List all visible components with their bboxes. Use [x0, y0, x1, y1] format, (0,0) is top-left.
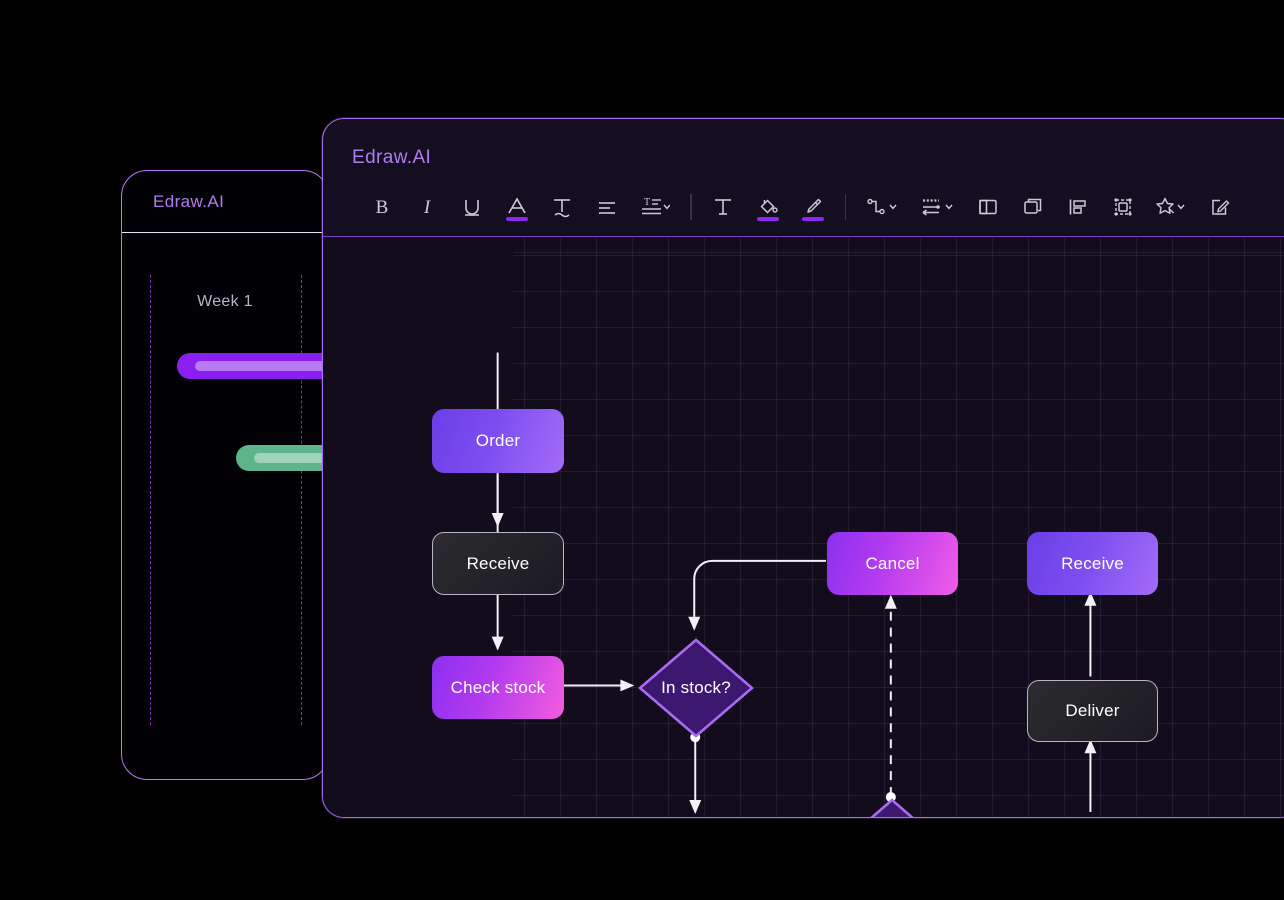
- gantt-window: Edraw.AI Week 1: [121, 170, 329, 780]
- node-in-stock[interactable]: In stock?: [638, 638, 754, 738]
- node-deliver[interactable]: Deliver: [1027, 680, 1158, 742]
- gantt-week-label: Week 1: [197, 293, 253, 310]
- node-receive-1[interactable]: Receive: [432, 532, 564, 595]
- chevron-down-icon: [889, 204, 897, 209]
- chevron-down-icon: [945, 204, 953, 209]
- text-effect-button[interactable]: [539, 186, 584, 228]
- duplicate-button[interactable]: [1010, 186, 1055, 228]
- brush-button[interactable]: [791, 186, 836, 228]
- gantt-bar-progress-green: [254, 453, 328, 463]
- line-color-swatch: [802, 217, 824, 221]
- paint-bucket-button[interactable]: [746, 186, 791, 228]
- node-label: Receive: [466, 553, 530, 573]
- gantt-canvas: Week 1: [122, 233, 328, 779]
- diamond-shape-icon: [870, 798, 914, 817]
- flowchart-editor-window: Edraw.AI B I T Order Receive Check stock…: [322, 118, 1284, 818]
- node-receive-2[interactable]: Receive: [1027, 532, 1158, 595]
- svg-text:T: T: [644, 197, 650, 208]
- gantt-gridline-left: [150, 275, 151, 725]
- formatting-toolbar: B I T: [323, 177, 1284, 237]
- node-label: Deliver: [1065, 701, 1120, 721]
- edge-cancel-instock: [688, 559, 826, 631]
- align-left-button[interactable]: [584, 186, 629, 228]
- connector-style-button[interactable]: [855, 186, 909, 228]
- node-label: Order: [475, 431, 521, 451]
- gantt-app-title: Edraw.AI: [153, 191, 225, 211]
- magic-wand-button[interactable]: [1145, 186, 1197, 228]
- align-objects-button[interactable]: [1055, 186, 1100, 228]
- svg-text:I: I: [422, 197, 431, 218]
- group-button[interactable]: [1100, 186, 1145, 228]
- line-style-button[interactable]: [909, 186, 965, 228]
- toolbar-separator: [690, 193, 692, 220]
- node-check-stock[interactable]: Check stock: [432, 656, 564, 719]
- gantt-bar-progress-purple: [195, 361, 328, 371]
- editor-titlebar: Edraw.AI: [323, 119, 1284, 177]
- node-card-valid[interactable]: Card valid?: [834, 798, 950, 817]
- editor-app-title: Edraw.AI: [352, 147, 432, 168]
- flowchart-canvas[interactable]: Order Receive Check stock In stock? Canc…: [323, 238, 1284, 817]
- line-spacing-button[interactable]: T: [629, 186, 681, 228]
- svg-text:B: B: [375, 197, 388, 218]
- fill-color-swatch: [757, 217, 779, 221]
- node-label: Receive: [1061, 553, 1124, 573]
- text-box-button[interactable]: [701, 186, 746, 228]
- node-label: In stock?: [661, 678, 731, 698]
- node-label: Cancel: [865, 553, 920, 573]
- toolbar-separator-2: [844, 193, 846, 220]
- edit-pencil-button[interactable]: [1197, 186, 1242, 228]
- font-color-button[interactable]: [494, 186, 539, 228]
- font-color-swatch: [505, 217, 528, 221]
- italic-button[interactable]: I: [404, 186, 449, 228]
- node-label: Check stock: [450, 677, 546, 697]
- chevron-down-icon: [663, 204, 670, 209]
- screenshot-root: Edraw.AI Week 1 Edraw.AI B I T Order Rec…: [0, 0, 1284, 900]
- node-cancel[interactable]: Cancel: [827, 532, 958, 595]
- bold-button[interactable]: B: [359, 186, 404, 228]
- gantt-bar-green[interactable]: [236, 445, 328, 471]
- gantt-bar-purple[interactable]: [177, 353, 328, 379]
- gantt-gridline-right: [301, 275, 302, 725]
- node-order[interactable]: Order: [432, 409, 564, 473]
- gantt-titlebar: Edraw.AI: [122, 171, 328, 233]
- chevron-down-icon: [1177, 204, 1185, 209]
- underline-button[interactable]: [449, 186, 494, 228]
- bring-to-front-button[interactable]: [965, 186, 1010, 228]
